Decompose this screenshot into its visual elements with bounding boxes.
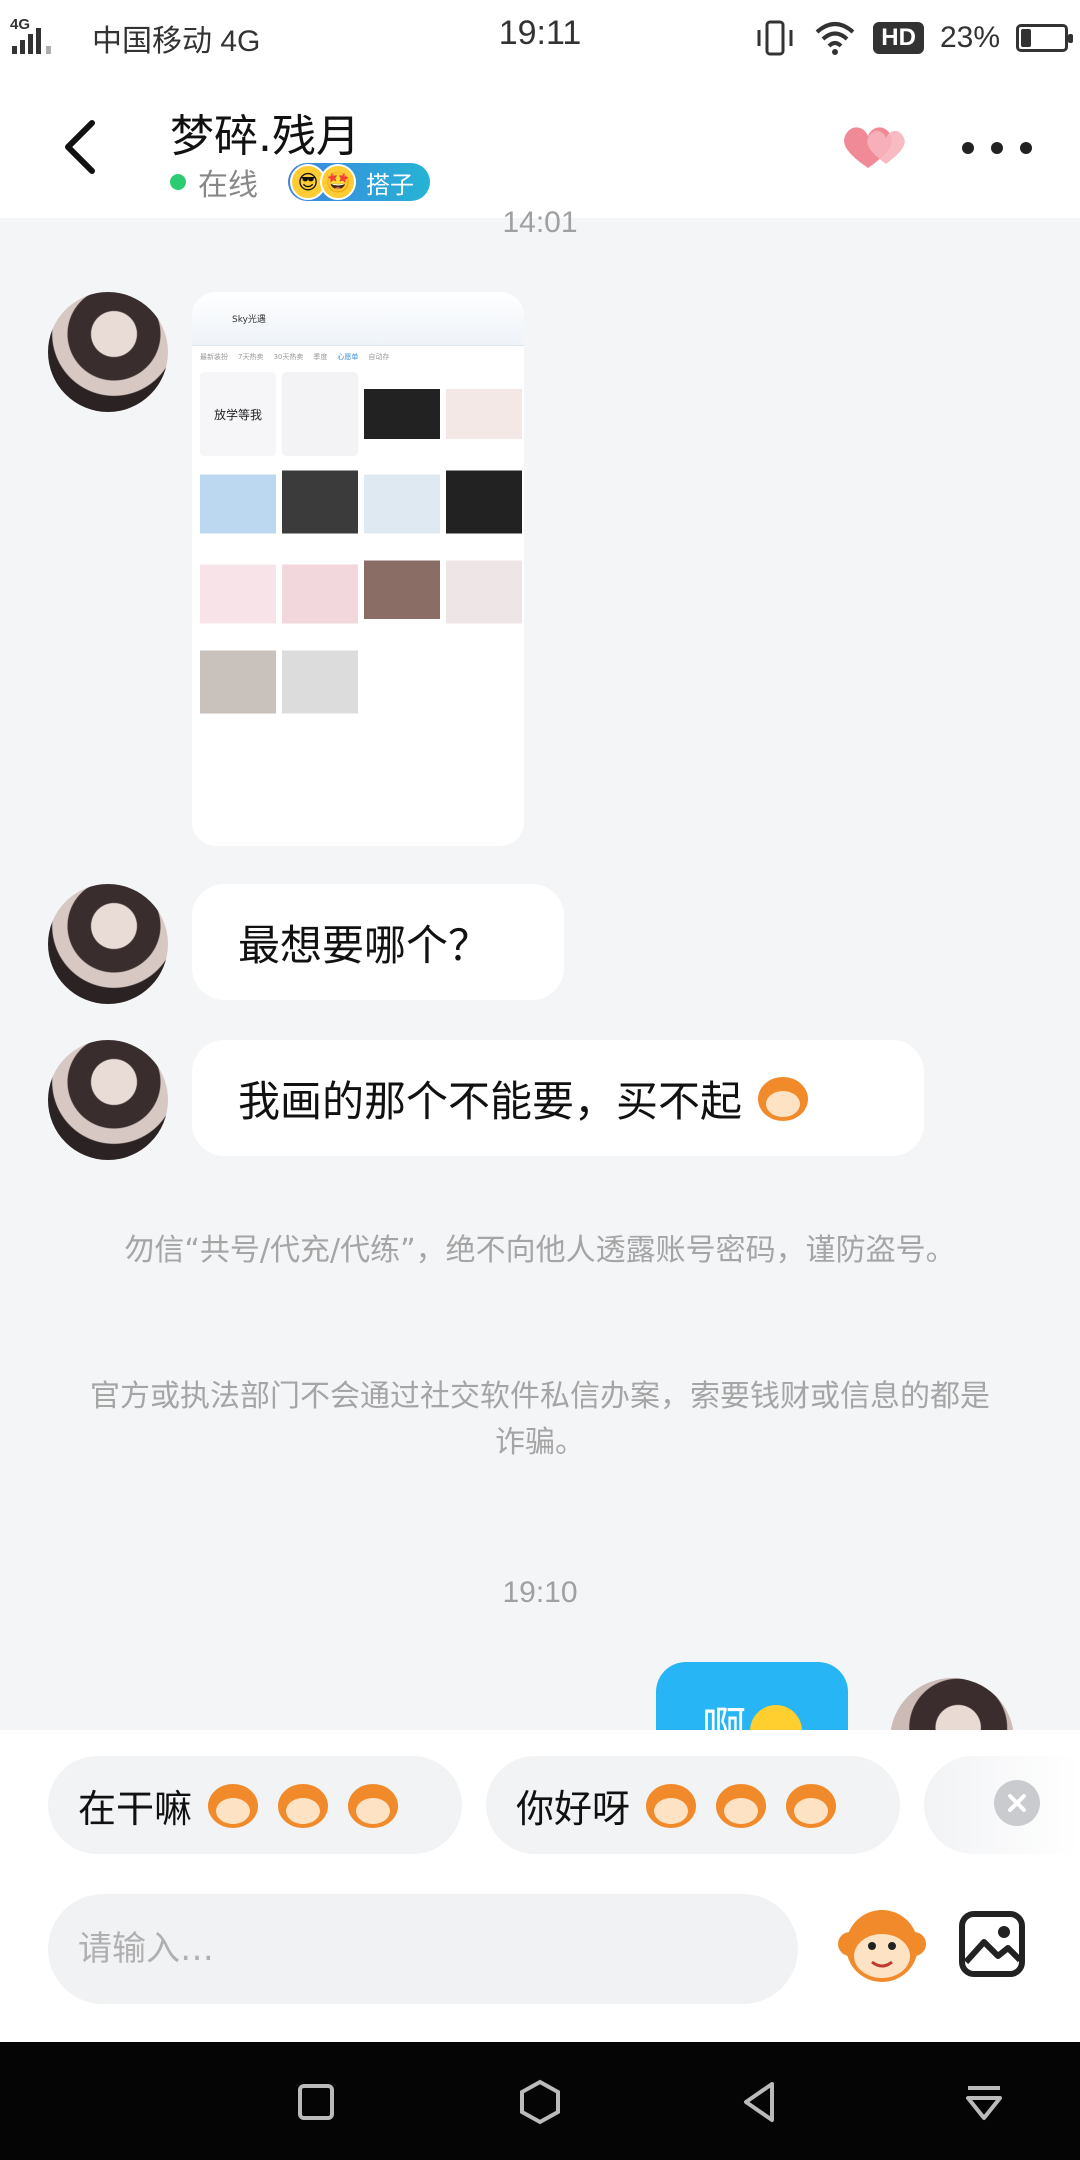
close-icon bbox=[1008, 1794, 1026, 1812]
chat-header: 梦碎.残月 在线 😎 🤩 搭子 bbox=[0, 78, 1080, 218]
image-icon[interactable] bbox=[956, 1908, 1028, 1980]
screenshot-item bbox=[446, 552, 522, 636]
screenshot-item bbox=[282, 552, 358, 636]
screenshot-tab: 30天热卖 bbox=[273, 353, 304, 361]
battery-icon bbox=[1016, 24, 1073, 52]
screenshot-tab: 最新装扮 bbox=[200, 353, 228, 361]
message-text: 最想要哪个？ bbox=[238, 920, 491, 970]
online-dot bbox=[170, 174, 186, 190]
screenshot-item bbox=[446, 462, 522, 546]
screenshot-item bbox=[282, 462, 358, 546]
monkey-grin-emoji-icon bbox=[204, 1780, 262, 1830]
status-right: HD 23% bbox=[753, 16, 1073, 60]
presence-status: 在线 😎 🤩 搭子 bbox=[170, 160, 430, 204]
contact-avatar[interactable] bbox=[48, 884, 168, 1004]
screenshot-item bbox=[364, 372, 440, 456]
wifi-icon bbox=[815, 22, 855, 55]
monkey-emoji-icon bbox=[754, 1073, 812, 1123]
back-nav-icon[interactable] bbox=[736, 2078, 784, 2126]
timestamp: 14:01 bbox=[502, 206, 578, 239]
screenshot-item bbox=[200, 552, 276, 636]
monkey-emoji-button-icon[interactable] bbox=[836, 1900, 928, 1992]
relationship-tag-badge[interactable]: 😎 🤩 搭子 bbox=[288, 163, 430, 201]
screenshot-header: Sky光遇 bbox=[192, 292, 524, 346]
screenshot-tab: 自动存 bbox=[368, 353, 390, 361]
star-eyes-emoji-icon: 🤩 bbox=[320, 164, 356, 200]
online-label: 在线 bbox=[198, 168, 258, 203]
screenshot-item bbox=[200, 642, 276, 726]
recent-apps-icon[interactable] bbox=[292, 2078, 340, 2126]
contact-avatar[interactable] bbox=[48, 292, 168, 412]
input-panel: 在干嘛 你好呀 bbox=[0, 1730, 1080, 2042]
battery-percent: 23% bbox=[939, 21, 1000, 54]
screenshot-item bbox=[364, 552, 440, 636]
quick-reply-chip[interactable]: 你好呀 bbox=[486, 1756, 900, 1854]
quick-reply-chip[interactable]: 在干嘛 bbox=[48, 1756, 462, 1854]
status-bar: 4G 中国移动 4G 19:11 HD 23% bbox=[0, 0, 1080, 78]
screenshot-item bbox=[282, 372, 358, 456]
fraud-notice: 官方或执法部门不会通过社交软件私信办案，索要钱财或信息的都是诈骗。 bbox=[90, 1379, 990, 1460]
timestamp: 19:10 bbox=[502, 1576, 578, 1609]
close-quick-replies-button[interactable] bbox=[994, 1780, 1040, 1826]
security-notice: 勿信“共号/代充/代练”，绝不向他人透露账号密码，谨防盗号。 bbox=[124, 1233, 956, 1268]
tag-label: 搭子 bbox=[366, 170, 414, 199]
hearts-icon[interactable] bbox=[838, 118, 918, 178]
screenshot-tab: 季度 bbox=[313, 353, 328, 361]
home-icon[interactable] bbox=[516, 2078, 564, 2126]
back-button[interactable] bbox=[50, 112, 110, 182]
monkey-grin-emoji-icon bbox=[274, 1780, 332, 1830]
notification-pulldown-icon[interactable] bbox=[960, 2078, 1008, 2126]
quick-reply-text: 你好呀 bbox=[516, 1786, 631, 1831]
monkey-emoji-icon bbox=[712, 1780, 770, 1830]
screenshot-item bbox=[282, 642, 358, 726]
contact-avatar[interactable] bbox=[48, 1040, 168, 1160]
more-button[interactable] bbox=[962, 128, 1032, 168]
screenshot-item bbox=[364, 462, 440, 546]
message-input[interactable] bbox=[48, 1894, 798, 2004]
system-nav-bar bbox=[0, 2042, 1080, 2160]
screenshot-item-grid: 放学等我 bbox=[192, 368, 524, 730]
image-message[interactable]: Sky光遇 最新装扮 7天热卖 30天热卖 季度 心愿单 自动存 放学等我 bbox=[192, 292, 524, 846]
quick-reply-text: 在干嘛 bbox=[78, 1786, 193, 1831]
received-message[interactable]: 我画的那个不能要，买不起 bbox=[192, 1040, 924, 1156]
chevron-left-icon bbox=[65, 120, 95, 174]
screenshot-tab: 7天热卖 bbox=[238, 353, 264, 361]
monkey-emoji-icon bbox=[782, 1780, 840, 1830]
screenshot-tabs: 最新装扮 7天热卖 30天热卖 季度 心愿单 自动存 bbox=[192, 346, 524, 368]
screenshot-tab: 心愿单 bbox=[337, 353, 359, 361]
monkey-grin-emoji-icon bbox=[344, 1780, 402, 1830]
battery-level-fill bbox=[1021, 29, 1031, 47]
contact-name[interactable]: 梦碎.残月 bbox=[170, 100, 360, 164]
vibrate-icon bbox=[757, 20, 793, 56]
hd-badge: HD bbox=[873, 22, 924, 54]
received-message[interactable]: 最想要哪个？ bbox=[192, 884, 564, 1000]
message-text: 我画的那个不能要，买不起 bbox=[238, 1076, 743, 1126]
monkey-emoji-icon bbox=[642, 1780, 700, 1830]
screenshot-title: Sky光遇 bbox=[232, 315, 266, 325]
screenshot-item bbox=[200, 462, 276, 546]
screenshot-item: 放学等我 bbox=[200, 372, 276, 456]
screenshot-item bbox=[446, 372, 522, 456]
